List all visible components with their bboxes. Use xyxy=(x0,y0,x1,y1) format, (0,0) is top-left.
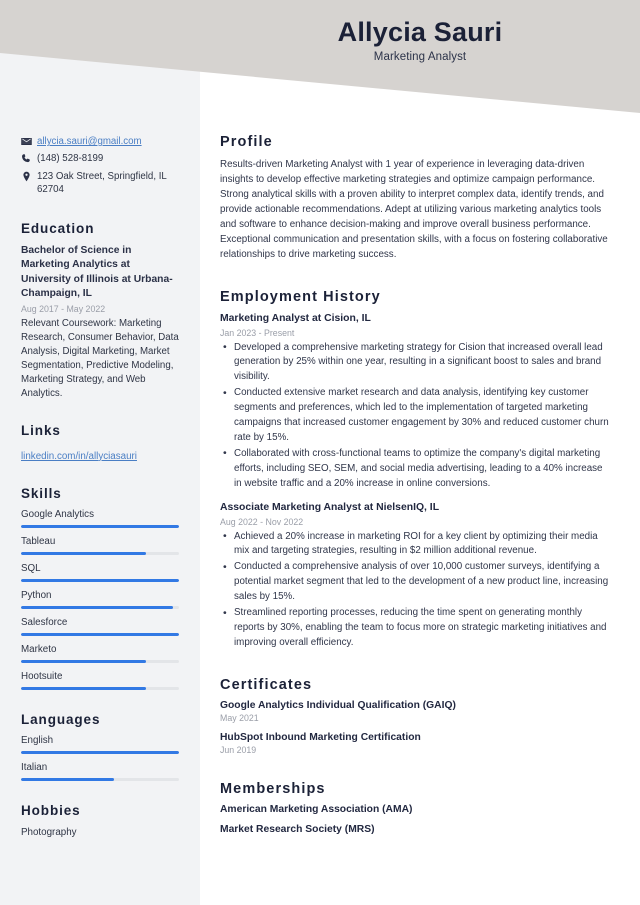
skill-label: SQL xyxy=(21,562,41,574)
header-identity: Allycia Sauri Marketing Analyst xyxy=(200,17,640,63)
employment-entry: Marketing Analyst at Cision, IL Jan 2023… xyxy=(220,312,612,492)
skill-level-bar xyxy=(21,632,179,636)
skill-level-fill xyxy=(21,524,179,528)
bullet-item: Developed a comprehensive marketing stra… xyxy=(220,340,612,386)
bullet-item: Conducted extensive market research and … xyxy=(220,386,612,446)
section-heading-hobbies: Hobbies xyxy=(21,802,81,818)
skill-item: Marketo xyxy=(21,644,179,663)
skill-level-bar xyxy=(21,659,179,663)
skill-level-fill xyxy=(21,551,146,555)
page-title: Allycia Sauri xyxy=(337,17,503,47)
section-heading-education: Education xyxy=(21,220,95,236)
link-linkedin[interactable]: linkedin.com/in/allyciasauri xyxy=(21,451,137,462)
phone-icon xyxy=(21,152,37,164)
section-heading-links: Links xyxy=(21,422,61,438)
skill-level-fill xyxy=(21,605,173,609)
skill-level-bar xyxy=(21,578,179,582)
education-degree: Bachelor of Science in Marketing Analyti… xyxy=(21,244,173,300)
bullet-item: Achieved a 20% increase in marketing ROI… xyxy=(220,529,612,560)
employment-entry: Associate Marketing Analyst at NielsenIQ… xyxy=(220,501,612,651)
bullet-item: Streamlined reporting processes, reducin… xyxy=(220,606,612,651)
skill-label: Google Analytics xyxy=(21,508,94,520)
skill-label: Hootsuite xyxy=(21,670,63,682)
certificate-title: Google Analytics Individual Qualificatio… xyxy=(220,699,456,711)
language-level-bar xyxy=(21,777,179,781)
employment-bullets: Developed a comprehensive marketing stra… xyxy=(220,340,612,492)
skill-level-fill xyxy=(21,632,179,636)
hobbies-list: Photography xyxy=(21,826,179,841)
skills-list: Google Analytics Tableau SQL Python Sale… xyxy=(21,509,179,690)
phone-value: (148) 528-8199 xyxy=(37,153,104,165)
contact-row-address: 123 Oak Street, Springfield, IL 62704 xyxy=(21,170,179,197)
bullet-item: Collaborated with cross-functional teams… xyxy=(220,446,612,492)
certificate-title: HubSpot Inbound Marketing Certification xyxy=(220,731,421,743)
skill-label: Marketo xyxy=(21,643,57,655)
section-heading-certificates: Certificates xyxy=(220,676,313,693)
membership-item: American Marketing Association (AMA) xyxy=(220,803,413,815)
address-value: 123 Oak Street, Springfield, IL 62704 xyxy=(37,170,167,196)
section-heading-memberships: Memberships xyxy=(220,780,326,797)
skill-level-fill xyxy=(21,578,179,582)
employment-role: Associate Marketing Analyst at NielsenIQ… xyxy=(220,501,440,513)
employment-date: Aug 2022 - Nov 2022 xyxy=(220,516,304,527)
resume-page: Allycia Sauri Marketing Analyst allycia.… xyxy=(0,0,640,905)
language-level-bar xyxy=(21,750,179,754)
links-list: linkedin.com/in/allyciasauri xyxy=(21,446,179,464)
certificate-date: May 2021 xyxy=(220,712,259,723)
section-heading-employment: Employment History xyxy=(220,288,381,305)
skill-level-bar xyxy=(21,524,179,528)
language-level-fill xyxy=(21,777,115,781)
skill-label: Salesforce xyxy=(21,616,68,628)
sidebar: allycia.sauri@gmail.com (148) 528-8199 1… xyxy=(0,120,200,840)
bullet-item: Conducted a comprehensive analysis of ov… xyxy=(220,560,612,605)
hobby-item: Photography xyxy=(21,826,77,838)
language-item: Italian xyxy=(21,762,179,781)
employment-bullets: Achieved a 20% increase in marketing ROI… xyxy=(220,529,612,651)
email-link[interactable]: allycia.sauri@gmail.com xyxy=(37,136,142,147)
skill-level-bar xyxy=(21,551,179,555)
skill-item: Salesforce xyxy=(21,617,179,636)
job-title: Marketing Analyst xyxy=(373,51,467,64)
certificate-entry: HubSpot Inbound Marketing Certification … xyxy=(220,732,612,755)
skill-item: Tableau xyxy=(21,536,179,555)
employment-date: Jan 2023 - Present xyxy=(220,327,295,338)
section-heading-profile: Profile xyxy=(220,134,273,150)
employment-role: Marketing Analyst at Cision, IL xyxy=(220,312,371,324)
skill-label: Tableau xyxy=(21,535,56,547)
language-level-fill xyxy=(21,750,179,754)
language-item: English xyxy=(21,735,179,754)
profile-summary: Results-driven Marketing Analyst with 1 … xyxy=(220,159,608,261)
language-label: Italian xyxy=(21,761,48,773)
contact-row-phone: (148) 528-8199 xyxy=(21,152,179,165)
skill-level-fill xyxy=(21,659,146,663)
skill-item: Hootsuite xyxy=(21,671,179,690)
contact-row-email: allycia.sauri@gmail.com xyxy=(21,135,179,148)
skill-label: Python xyxy=(21,589,52,601)
skill-item: Google Analytics xyxy=(21,509,179,528)
skill-level-bar xyxy=(21,605,179,609)
skill-item: SQL xyxy=(21,563,179,582)
section-heading-languages: Languages xyxy=(21,711,101,727)
skill-level-fill xyxy=(21,686,146,690)
membership-item: Market Research Society (MRS) xyxy=(220,823,375,835)
envelope-icon xyxy=(21,135,37,147)
map-pin-icon xyxy=(21,170,37,182)
main-content: Profile Results-driven Marketing Analyst… xyxy=(200,120,640,844)
section-heading-skills: Skills xyxy=(21,485,62,501)
education-coursework: Relevant Coursework: Marketing Research,… xyxy=(21,317,179,399)
education-entry: Bachelor of Science in Marketing Analyti… xyxy=(21,244,179,401)
certificate-entry: Google Analytics Individual Qualificatio… xyxy=(220,700,612,723)
certificate-date: Jun 2019 xyxy=(220,744,257,755)
skill-item: Python xyxy=(21,590,179,609)
language-label: English xyxy=(21,734,54,746)
education-date: Aug 2017 - May 2022 xyxy=(21,303,106,314)
skill-level-bar xyxy=(21,686,179,690)
contact-list: allycia.sauri@gmail.com (148) 528-8199 1… xyxy=(21,135,179,197)
languages-list: English Italian xyxy=(21,735,179,781)
